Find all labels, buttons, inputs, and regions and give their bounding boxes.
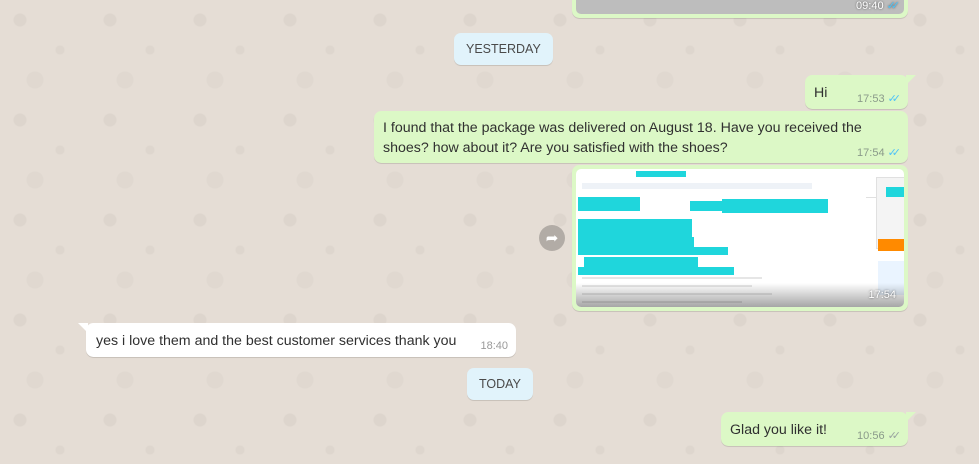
message-text: Glad you like it! (730, 422, 827, 438)
double-check-icon: ✓✓ (887, 93, 902, 105)
message-text: Hi (814, 85, 828, 101)
redaction-block (636, 171, 686, 177)
forward-arrow-icon[interactable]: ➦ (539, 225, 565, 251)
thumbnail-tabs (582, 183, 812, 189)
message-meta: 10:56 ✓✓ (857, 429, 902, 443)
redaction-block (722, 199, 828, 213)
message-meta: 17:53 ✓✓ (857, 92, 902, 106)
redaction-block (578, 267, 734, 275)
message-time: 17:54 (857, 146, 885, 159)
redaction-block (578, 197, 640, 211)
double-check-icon: ✓✓ (887, 430, 902, 442)
bubble-tail (78, 323, 88, 333)
image-thumbnail[interactable] (576, 0, 904, 14)
message-time: 18:40 (480, 340, 508, 352)
thumbnail-orange-block (878, 239, 904, 251)
bubble-tail (906, 412, 916, 422)
double-check-icon: ✓✓ (886, 0, 901, 12)
bubble-tail (906, 75, 916, 85)
message-meta: 09:40 ✓✓ (856, 0, 900, 12)
message-time: 09:40 (856, 0, 884, 12)
thumbnail-line (582, 277, 762, 279)
message-text: I found that the package was delivered o… (383, 120, 862, 156)
outgoing-message[interactable]: I found that the package was delivered o… (374, 111, 908, 163)
thumbnail-shade (576, 283, 904, 307)
message-time: 10:56 (857, 429, 885, 442)
outgoing-message[interactable]: Glad you like it! 10:56 ✓✓ (721, 412, 916, 446)
redaction-block (578, 219, 692, 237)
top-image-message[interactable]: 09:40 ✓✓ (572, 0, 908, 18)
image-message[interactable]: 17:54 (572, 165, 908, 311)
outgoing-message[interactable]: Hi 17:53 ✓✓ (805, 75, 916, 109)
redaction-block (584, 257, 698, 267)
message-time: 17:53 (857, 92, 885, 105)
message-meta: 18:40 (480, 340, 508, 352)
double-check-icon: ✓✓ (887, 147, 902, 159)
message-text: yes i love them and the best customer se… (96, 333, 457, 349)
date-divider-yesterday: YESTERDAY (454, 33, 553, 65)
redaction-block (886, 187, 904, 197)
message-meta: 17:54 (868, 289, 896, 301)
image-thumbnail[interactable]: 17:54 (576, 169, 904, 307)
message-time: 17:54 (868, 289, 896, 301)
date-divider-today: TODAY (467, 368, 533, 400)
redaction-block (578, 237, 694, 247)
incoming-message[interactable]: yes i love them and the best customer se… (78, 323, 516, 357)
message-meta: 17:54 ✓✓ (857, 146, 902, 160)
redaction-block (578, 247, 728, 255)
